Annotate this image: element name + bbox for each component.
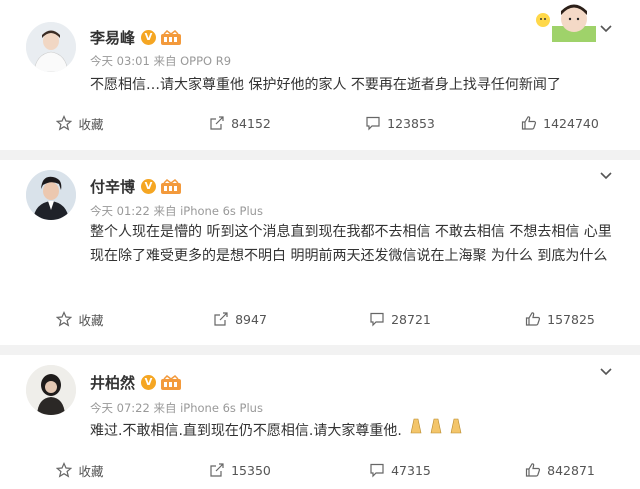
star-outline-icon bbox=[56, 311, 73, 327]
author-name[interactable]: 井柏然 bbox=[90, 372, 135, 393]
vip-member-icon bbox=[161, 178, 182, 194]
repost-button[interactable]: 8947 bbox=[160, 302, 320, 336]
chevron-down-icon[interactable] bbox=[598, 169, 614, 183]
share-arrow-icon bbox=[214, 312, 228, 326]
comment-button[interactable]: 47315 bbox=[320, 453, 480, 487]
speech-bubble-icon bbox=[370, 463, 384, 478]
like-button[interactable]: 842871 bbox=[480, 453, 640, 487]
vip-member-icon bbox=[161, 29, 182, 45]
post-2: 付辛博 V 今天 01:22 来自 iPhone 6s Plus 整个人现在是懵… bbox=[0, 160, 640, 345]
repost-count: 15350 bbox=[231, 462, 271, 478]
verified-badge: V bbox=[141, 375, 157, 390]
avatar[interactable] bbox=[26, 170, 76, 220]
author-row: 井柏然 V bbox=[90, 372, 182, 393]
post-3: 井柏然 V 今天 07:22 来自 iPhone 6s Plus 难过.不敢相信… bbox=[0, 355, 640, 489]
like-button[interactable]: 157825 bbox=[480, 302, 640, 336]
like-count: 157825 bbox=[547, 311, 595, 327]
chevron-down-icon[interactable] bbox=[598, 22, 614, 36]
verified-badge: V bbox=[141, 30, 157, 45]
author-row: 李易峰 V bbox=[90, 27, 182, 48]
favorite-label: 收藏 bbox=[78, 312, 104, 328]
star-outline-icon bbox=[56, 462, 73, 478]
like-count: 842871 bbox=[547, 462, 595, 478]
repost-button[interactable]: 15350 bbox=[160, 453, 320, 487]
post-divider bbox=[0, 150, 640, 160]
thumbs-up-icon bbox=[526, 312, 541, 326]
speech-bubble-icon bbox=[370, 312, 384, 327]
comment-button[interactable]: 123853 bbox=[320, 106, 480, 140]
post-actions: 收藏 84152 123853 1424740 bbox=[0, 106, 640, 140]
post-meta: 今天 07:22 来自 iPhone 6s Plus bbox=[90, 401, 263, 415]
repost-count: 8947 bbox=[235, 311, 267, 327]
star-outline-icon bbox=[56, 115, 73, 131]
avatar-image bbox=[26, 22, 76, 72]
comment-button[interactable]: 28721 bbox=[320, 302, 480, 336]
favorite-button[interactable]: 收藏 bbox=[0, 302, 160, 336]
post-meta: 今天 01:22 来自 iPhone 6s Plus bbox=[90, 204, 263, 218]
post-divider bbox=[0, 345, 640, 355]
author-name[interactable]: 李易峰 bbox=[90, 27, 135, 48]
favorite-label: 收藏 bbox=[78, 463, 104, 479]
avatar-image bbox=[26, 365, 76, 415]
repost-button[interactable]: 84152 bbox=[160, 106, 320, 140]
comment-count: 47315 bbox=[391, 462, 431, 478]
share-arrow-icon bbox=[210, 463, 224, 477]
post-actions: 收藏 15350 47315 842871 bbox=[0, 453, 640, 487]
comment-count: 28721 bbox=[391, 311, 431, 327]
vip-member-icon bbox=[161, 374, 182, 390]
thumbs-up-icon bbox=[522, 116, 537, 130]
post-meta: 今天 03:01 来自 OPPO R9 bbox=[90, 54, 232, 68]
avatar[interactable] bbox=[26, 22, 76, 72]
like-button[interactable]: 1424740 bbox=[480, 106, 640, 140]
repost-count: 84152 bbox=[231, 115, 271, 131]
post-content: 整个人现在是懵的 听到这个消息直到现在我都不去相信 不敢去相信 不想去相信 心里… bbox=[90, 224, 612, 264]
chevron-down-icon[interactable] bbox=[598, 365, 614, 379]
verified-badge: V bbox=[141, 179, 157, 194]
thumbs-up-icon bbox=[526, 463, 541, 477]
like-count: 1424740 bbox=[543, 115, 599, 131]
author-row: 付辛博 V bbox=[90, 176, 182, 197]
post-1: 李易峰 V 今天 03:01 来自 OPPO R9 不愿相信…请大家尊重他 保护… bbox=[0, 0, 640, 150]
comment-count: 123853 bbox=[387, 115, 435, 131]
praying-hands-emoji-icon bbox=[410, 418, 462, 434]
favorite-label: 收藏 bbox=[78, 116, 104, 132]
favorite-button[interactable]: 收藏 bbox=[0, 106, 160, 140]
post-content: 难过.不敢相信.直到现在仍不愿相信.请大家尊重他. bbox=[90, 423, 402, 439]
avatar-image bbox=[26, 170, 76, 220]
speech-bubble-icon bbox=[366, 116, 380, 131]
post-actions: 收藏 8947 28721 157825 bbox=[0, 302, 640, 336]
avatar[interactable] bbox=[26, 365, 76, 415]
favorite-button[interactable]: 收藏 bbox=[0, 453, 160, 487]
share-arrow-icon bbox=[210, 116, 224, 130]
post-content-wrapper: 难过.不敢相信.直到现在仍不愿相信.请大家尊重他. bbox=[90, 417, 610, 443]
author-name[interactable]: 付辛博 bbox=[90, 176, 135, 197]
sticker-decoration bbox=[536, 4, 596, 42]
post-content: 不愿相信…请大家尊重他 保护好他的家人 不要再在逝者身上找寻任何新闻了 bbox=[90, 77, 561, 93]
